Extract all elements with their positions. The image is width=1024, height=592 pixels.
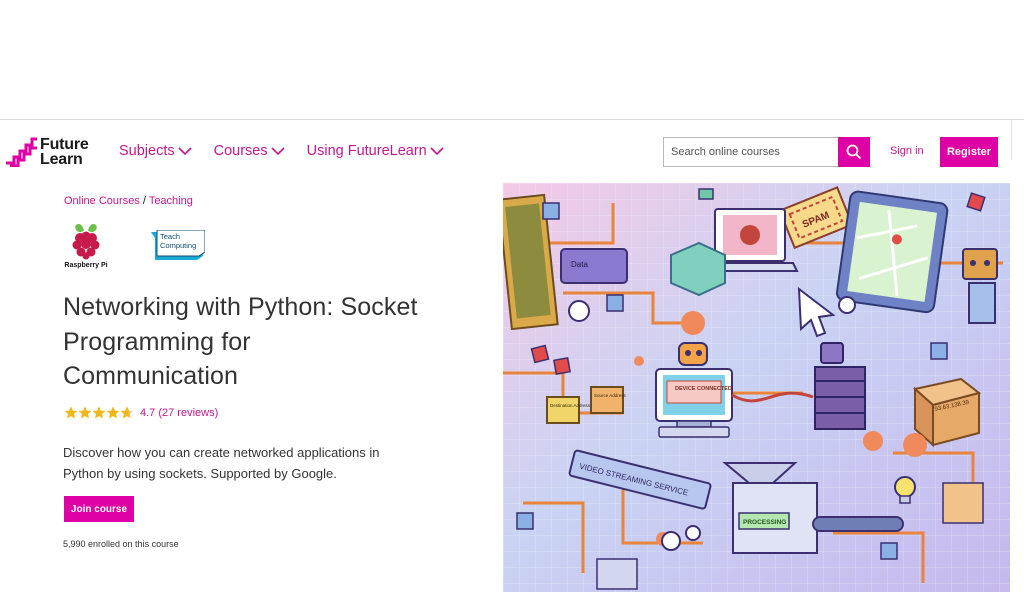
teach-line2: Computing [160, 241, 197, 250]
dest-label: Destination Address [550, 403, 591, 408]
course-rating[interactable]: 4.7 (27 reviews) [64, 406, 218, 419]
nav-subjects[interactable]: Subjects [119, 143, 192, 159]
breadcrumb-separator: / [139, 195, 149, 207]
teach-computing-logo[interactable]: Teach Computing [147, 230, 205, 262]
nav-subjects-label: Subjects [119, 143, 175, 159]
data-key: Data [560, 248, 628, 284]
future-learn-logo-icon [6, 137, 38, 168]
map-tablet [836, 190, 949, 314]
rating-label: 4.7 (27 reviews) [140, 406, 219, 419]
join-course-button[interactable]: Join course [64, 496, 134, 522]
search-button[interactable] [838, 137, 870, 167]
nav-using-futurelearn-label: Using FutureLearn [306, 143, 427, 159]
device-label: DEVICE CONNECTED [675, 386, 732, 392]
breadcrumb-teaching[interactable]: Teaching [149, 195, 193, 207]
robot-right [962, 248, 998, 324]
processing-label: PROCESSING [743, 519, 786, 526]
raspberry-pi-logo[interactable]: Raspberry Pi [63, 222, 109, 269]
chevron-down-icon [430, 146, 444, 155]
logo-wordmark: Future Learn [40, 136, 89, 168]
teach-computing-label: Teach Computing [160, 232, 196, 250]
data-label: Data [571, 260, 588, 269]
future-learn-logo[interactable]: Future Learn [6, 136, 89, 168]
search-bar [663, 137, 870, 167]
hero-art: Data SPAM DEVICE CONNECTED 93.63.138.39 … [503, 183, 1010, 592]
source-label: Source Address [594, 393, 627, 398]
main-nav: Subjects Courses Using FutureLearn [119, 143, 466, 159]
star-icon [106, 406, 120, 419]
package-box: 93.63.138.39 [912, 377, 982, 448]
teach-line1: Teach [160, 232, 181, 241]
raspberry-pi-logo-icon [72, 224, 100, 260]
star-icon [92, 406, 106, 419]
nav-courses[interactable]: Courses [214, 143, 285, 159]
browser-blank-area [0, 0, 1024, 120]
nav-using-futurelearn[interactable]: Using FutureLearn [307, 143, 444, 159]
breadcrumb: Online Courses / Teaching [64, 195, 193, 207]
course-hero-illustration: Data SPAM DEVICE CONNECTED 93.63.138.39 … [503, 183, 1010, 592]
enrolled-count: 5,990 enrolled on this course [63, 539, 179, 549]
star-icon [64, 406, 78, 419]
logo-line1: Future [40, 136, 89, 153]
chevron-down-icon [271, 146, 285, 155]
star-icon [78, 406, 92, 419]
star-rating [64, 406, 134, 419]
search-icon [846, 144, 862, 160]
partner-logos: Raspberry Pi Teach Computing [63, 222, 205, 269]
course-description: Discover how you can create networked ap… [63, 445, 380, 481]
sign-in-link[interactable]: Sign in [890, 145, 924, 157]
register-button[interactable]: Register [940, 137, 998, 167]
star-half-icon [120, 406, 134, 419]
site-header: Future Learn Subjects Courses Using Futu… [0, 121, 1012, 183]
nav-courses-label: Courses [213, 143, 268, 159]
raspberry-pi-label: Raspberry Pi [64, 262, 108, 269]
logo-line2: Learn [40, 151, 83, 168]
breadcrumb-online-courses[interactable]: Online Courses [64, 195, 140, 207]
course-title: Networking with Python: Socket Programmi… [63, 293, 418, 390]
search-input[interactable] [663, 137, 838, 167]
chevron-down-icon [178, 146, 192, 155]
